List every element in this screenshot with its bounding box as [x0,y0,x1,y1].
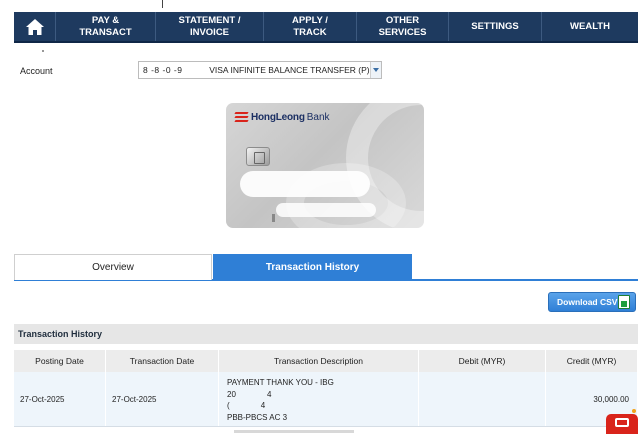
table-header: Posting Date Transaction Date Transactio… [14,350,638,372]
account-label: Account [20,66,53,76]
bank-word: Bank [306,112,330,123]
download-csv-label: Download CSV [557,297,618,307]
header-credit[interactable]: Credit (MYR) [546,350,638,372]
top-divider [162,0,163,8]
description-line: ( 4 [227,401,266,410]
nav-wealth-label: WEALTH [570,20,610,32]
header-debit[interactable]: Debit (MYR) [419,350,546,372]
header-transaction-date[interactable]: Transaction Date [106,350,219,372]
redacted-card-holder [276,203,376,217]
credit-card-image: HongLeong Bank [226,103,424,228]
download-csv-button[interactable]: Download CSV [548,292,636,312]
bank-logo: HongLeong Bank [234,112,330,123]
table-row[interactable]: 27-Oct-2025 27-Oct-2025 PAYMENT THANK YO… [14,372,638,427]
description-line: PBB-PBCS AC 3 [227,412,288,422]
posting-date-cell: 27-Oct-2025 [14,372,106,426]
redacted-card-number [240,171,370,197]
chat-icon [615,418,629,427]
transaction-date-cell: 27-Oct-2025 [106,372,219,426]
nav-statement-invoice-label: STATEMENT / INVOICE [178,14,241,38]
description-cell: PAYMENT THANK YOU - IBG 20 4 ( 4 PBB-PBC… [219,372,419,426]
account-number: 8 -8 -0 -9 [143,65,183,75]
chevron-down-icon [372,68,379,72]
nav-wealth[interactable]: WEALTH [542,12,638,41]
card-chip-icon [246,147,270,166]
home-icon [25,18,44,35]
nav-apply-track[interactable]: APPLY / TRACK [264,12,357,41]
decorative-dot [42,50,44,52]
dropdown-arrow-button[interactable] [369,62,381,78]
nav-pay-transact-label: PAY & TRANSACT [79,14,132,38]
header-description[interactable]: Transaction Description [219,350,419,372]
account-name: VISA INFINITE BALANCE TRANSFER (P) [209,65,370,75]
card-mark [272,214,275,222]
tab-transaction-history[interactable]: Transaction History [213,254,412,280]
nav-apply-track-label: APPLY / TRACK [292,14,328,38]
csv-file-icon [618,295,630,309]
nav-settings-label: SETTINGS [471,20,519,32]
bank-logo-icon [234,112,249,123]
table-row [14,428,638,434]
main-navigation: PAY & TRANSACT STATEMENT / INVOICE APPLY… [14,12,638,43]
nav-statement-invoice[interactable]: STATEMENT / INVOICE [156,12,264,41]
notification-dot [632,409,636,413]
nav-home-button[interactable] [14,12,56,41]
description-line: 20 4 [227,389,272,399]
nav-other-services-label: OTHER SERVICES [378,14,427,38]
section-title: Transaction History [14,324,638,344]
account-tabs: Overview Transaction History [14,254,638,281]
header-posting-date[interactable]: Posting Date [14,350,106,372]
nav-pay-transact[interactable]: PAY & TRANSACT [56,12,156,41]
description-line: PAYMENT THANK YOU - IBG [227,378,334,387]
nav-other-services[interactable]: OTHER SERVICES [357,12,449,41]
bank-brand-name: HongLeong [251,112,305,123]
tab-overview[interactable]: Overview [14,254,212,280]
nav-settings[interactable]: SETTINGS [449,12,542,41]
account-dropdown[interactable]: 8 -8 -0 -9 VISA INFINITE BALANCE TRANSFE… [138,61,382,79]
debit-cell [419,372,546,426]
chat-button[interactable] [606,414,638,434]
